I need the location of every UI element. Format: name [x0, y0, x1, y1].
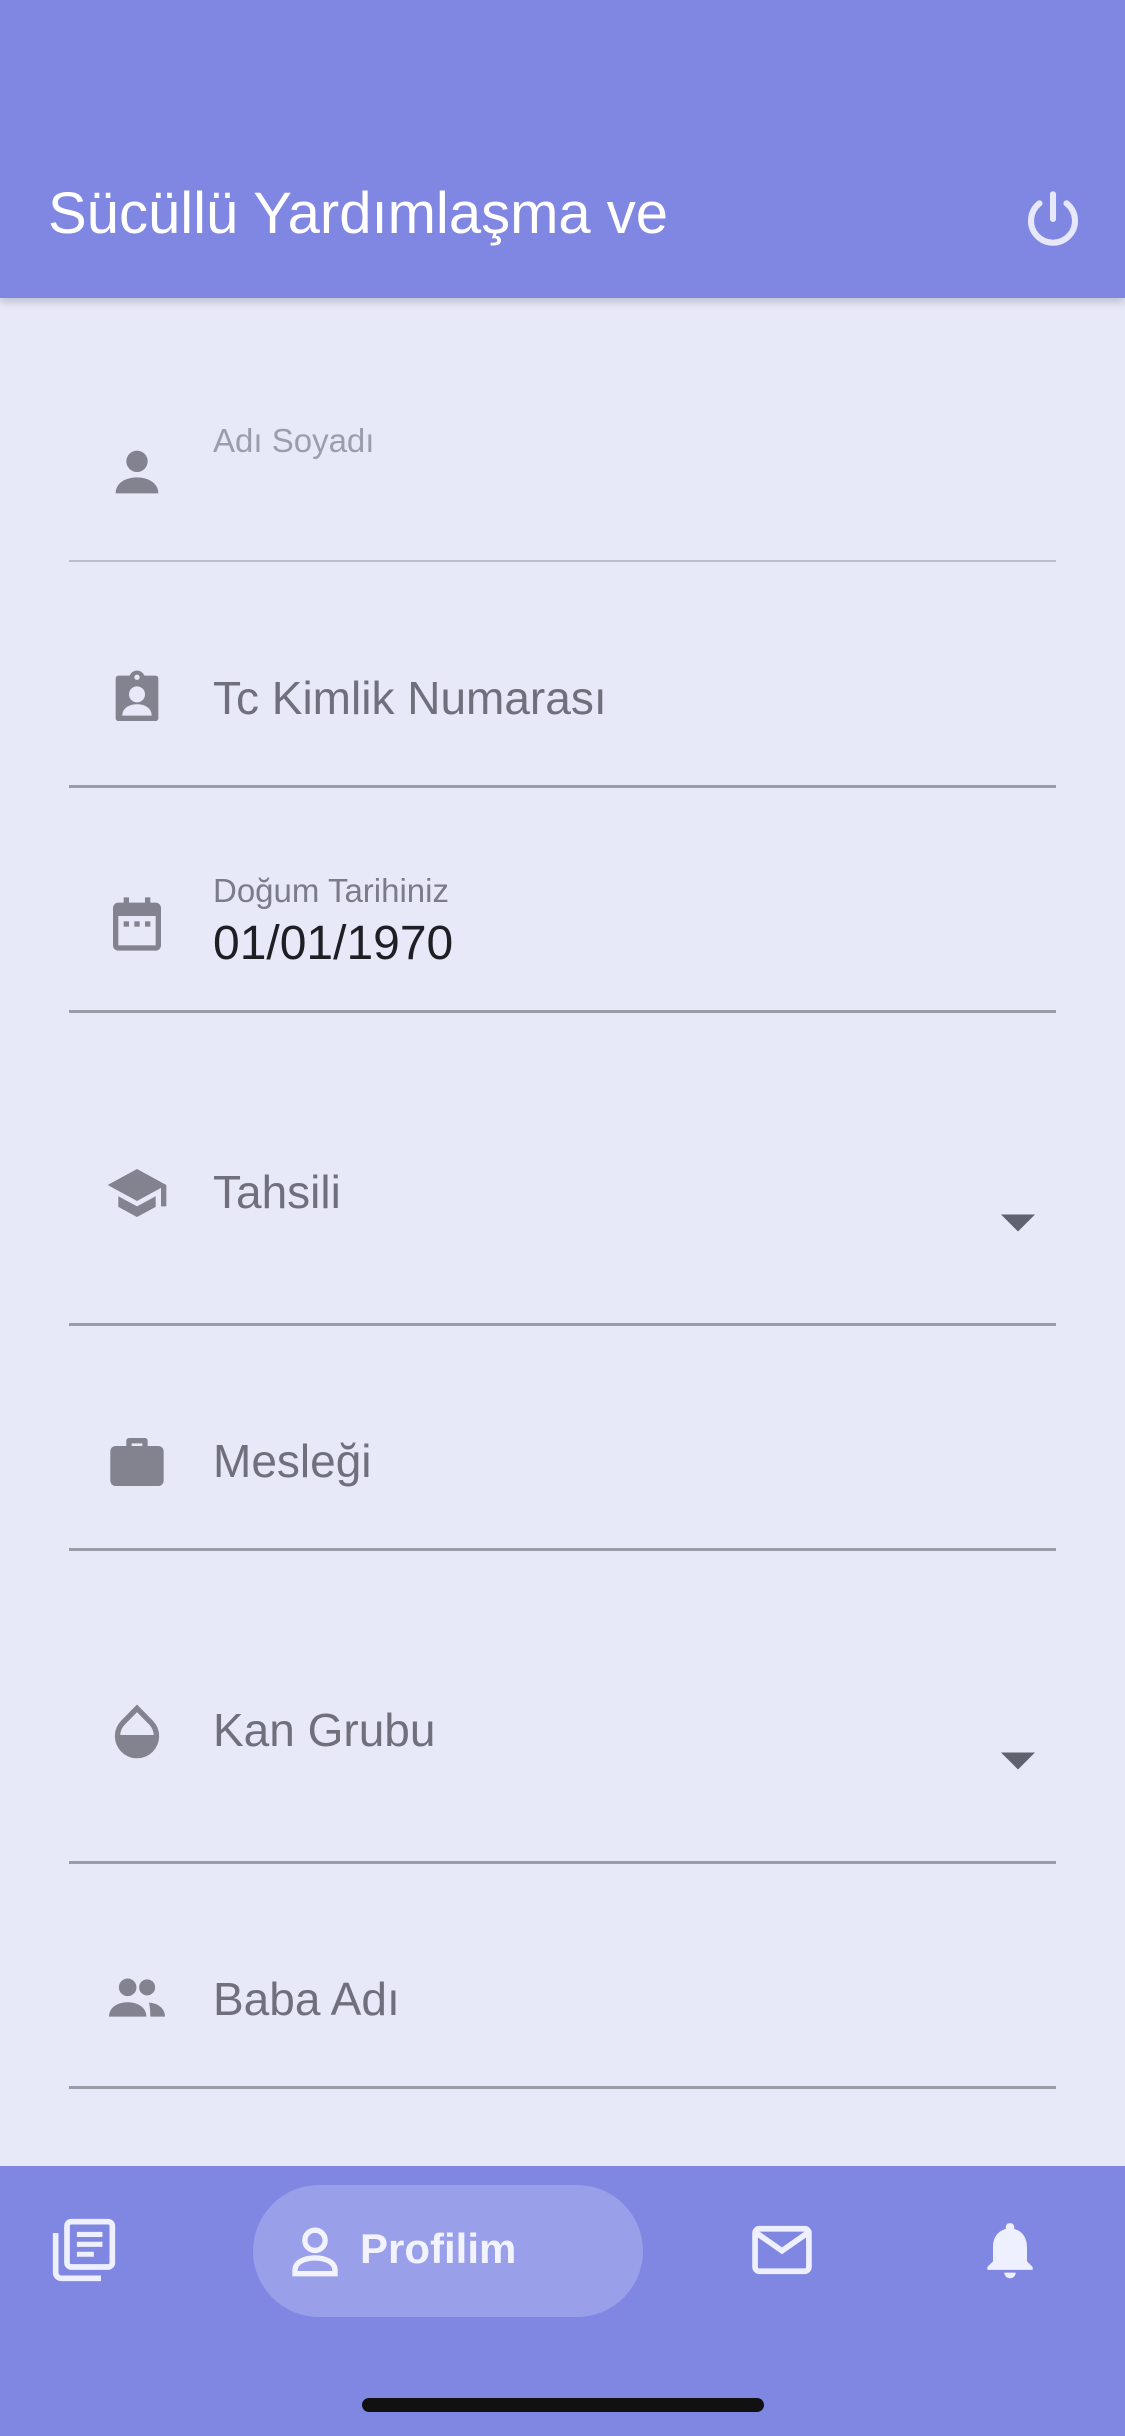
chevron-down-icon	[1001, 1752, 1035, 1770]
education-dropdown[interactable]: Tahsili	[69, 1065, 1056, 1326]
drop-icon	[114, 1704, 160, 1759]
home-indicator	[362, 2398, 764, 2412]
bottom-navigation: Profilim	[0, 2166, 1125, 2436]
tc-number-field[interactable]: Tc Kimlik Numarası	[69, 615, 1056, 788]
mail-icon[interactable]	[748, 2216, 816, 2284]
birth-date-value: 01/01/1970	[213, 917, 454, 970]
nav-item-profile[interactable]: Profilim	[253, 2185, 643, 2317]
app-bar: Sücüllü Yardımlaşma ve	[0, 0, 1125, 298]
person-icon	[115, 450, 159, 494]
birth-date-label: Doğum Tarihiniz	[213, 872, 449, 909]
id-badge-icon	[115, 670, 159, 721]
bell-icon[interactable]	[976, 2216, 1044, 2284]
education-placeholder: Tahsili	[213, 1166, 341, 1218]
briefcase-icon	[110, 1438, 164, 1486]
graduation-cap-icon	[107, 1169, 167, 1217]
calendar-icon	[113, 897, 161, 951]
people-icon	[109, 1978, 165, 2017]
nav-item-profile-label: Profilim	[360, 2225, 517, 2272]
full-name-field[interactable]: Adı Soyadı	[69, 390, 1056, 562]
person-outline-icon	[292, 2227, 338, 2277]
profession-placeholder: Mesleği	[213, 1435, 372, 1487]
father-name-field[interactable]: Baba Adı	[69, 1916, 1056, 2089]
birth-date-field[interactable]: Doğum Tarihiniz 01/01/1970	[69, 840, 1056, 1013]
app-title: Sücüllü Yardımlaşma ve	[48, 181, 669, 246]
full-name-label: Adı Soyadı	[213, 422, 375, 459]
blood-type-dropdown[interactable]: Kan Grubu	[69, 1603, 1056, 1864]
chevron-down-icon	[1001, 1214, 1035, 1232]
news-icon[interactable]	[50, 2216, 118, 2284]
blood-type-placeholder: Kan Grubu	[213, 1704, 436, 1756]
father-name-placeholder: Baba Adı	[213, 1973, 400, 2025]
tc-number-placeholder: Tc Kimlik Numarası	[213, 672, 607, 724]
profession-field[interactable]: Mesleği	[69, 1378, 1056, 1551]
power-icon[interactable]	[1020, 186, 1086, 252]
